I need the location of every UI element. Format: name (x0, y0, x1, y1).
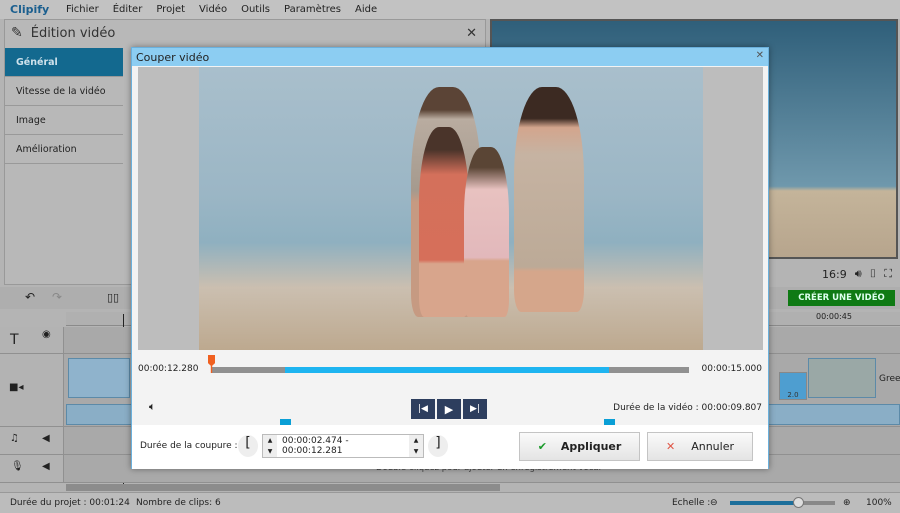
play-button[interactable]: ▶ (437, 399, 461, 419)
tab-image[interactable]: Image (5, 106, 123, 135)
spin-end-icon[interactable]: ▲ ▼ (409, 435, 423, 457)
aspect-ratio[interactable]: 16:9 (822, 268, 847, 281)
camera-icon[interactable]: ⌷ (870, 267, 877, 281)
horizontal-scrollbar[interactable] (66, 484, 500, 491)
menu-bar: Clipify Fichier Éditer Projet Vidéo Outi… (0, 0, 900, 19)
transition-thumb[interactable]: 2.0 (779, 372, 807, 400)
tab-speed[interactable]: Vitesse de la vidéo (5, 77, 123, 106)
cut-video-dialog: Couper vidéo ✕ 00:00:12.280 00:00:15.000 … (131, 47, 769, 469)
dialog-title: Couper vidéo (136, 50, 210, 64)
zoom-slider-thumb[interactable] (793, 497, 805, 508)
edit-sidebar: Général Vitesse de la vidéo Image Amélio… (5, 48, 123, 164)
menu-outils[interactable]: Outils (241, 4, 270, 15)
video-clip[interactable] (808, 358, 876, 398)
trim-track[interactable] (211, 367, 689, 373)
zoom-level: 100% (866, 498, 892, 508)
ruler-label: 00:00:45 (816, 312, 852, 321)
project-duration: Durée du projet : 00:01:24 (10, 498, 130, 508)
speaker-icon[interactable]: ◀ (42, 461, 50, 472)
eye-icon[interactable]: ◉ (42, 329, 51, 340)
set-start-button[interactable]: [ (238, 435, 258, 457)
volume-icon[interactable]: 🔈︎ (149, 400, 156, 414)
redo-icon[interactable]: ↷ (52, 290, 62, 304)
menu-aide[interactable]: Aide (355, 4, 377, 15)
zoom-in-icon[interactable]: ⊕ (843, 498, 851, 508)
video-duration: Durée de la vidéo : 00:00:09.807 (613, 403, 762, 413)
text-icon: T (10, 332, 19, 348)
dialog-title-bar: Couper vidéo ✕ (132, 48, 768, 66)
tab-enhance[interactable]: Amélioration (5, 135, 123, 164)
split-icon[interactable]: ▯▯ (107, 291, 119, 304)
zoom-slider[interactable] (730, 497, 835, 508)
cut-range-value[interactable]: 00:00:02.474 - 00:00:12.281 (277, 436, 409, 456)
edit-panel-title: Édition vidéo (30, 25, 116, 41)
create-video-button[interactable]: CRÉER UNE VIDÉO (788, 290, 895, 306)
volume-icon[interactable]: 🔊︎ (855, 267, 862, 281)
camera-track-icon: ■◂ (9, 382, 24, 393)
next-frame-button[interactable]: ▶| (463, 399, 487, 419)
video-frame (138, 67, 763, 350)
menu-fichier[interactable]: Fichier (66, 4, 99, 15)
zoom-out-icon[interactable]: ⊖ (710, 498, 718, 508)
app-logo: Clipify (10, 3, 50, 16)
tab-general[interactable]: Général (5, 48, 123, 77)
status-bar: Durée du projet : 00:01:24 Nombre de cli… (0, 492, 900, 513)
menu-video[interactable]: Vidéo (199, 4, 227, 15)
fullscreen-icon[interactable]: ⛶ (884, 267, 892, 281)
clip-count: Nombre de clips: 6 (136, 498, 221, 508)
speaker-icon[interactable]: ◀ (42, 433, 50, 444)
spin-start-icon[interactable]: ▲ ▼ (263, 435, 277, 457)
previous-frame-button[interactable]: |◀ (411, 399, 435, 419)
trim-selection (285, 367, 610, 373)
video-frame-image (199, 67, 703, 350)
music-icon: ♫ (10, 433, 19, 444)
video-clip[interactable] (68, 358, 130, 398)
close-icon[interactable]: ✕ (466, 26, 477, 41)
cancel-button[interactable]: ✕ Annuler (647, 432, 753, 461)
edit-icon: ✎ (11, 25, 23, 41)
dialog-footer: Durée de la coupure : [ ▲ ▼ 00:00:02.474 … (132, 425, 768, 469)
apply-button[interactable]: ✔ Appliquer (519, 432, 640, 461)
close-icon[interactable]: ✕ (756, 50, 764, 61)
current-time: 00:00:12.280 (138, 364, 199, 374)
undo-icon[interactable]: ↶ (25, 290, 35, 304)
clip-label: Gree (879, 374, 900, 384)
menu-projet[interactable]: Projet (156, 4, 185, 15)
edit-panel-header: ✎ Édition vidéo ✕ (5, 20, 485, 46)
cut-range-input[interactable]: ▲ ▼ 00:00:02.474 - 00:00:12.281 ▲ ▼ (262, 434, 424, 458)
cut-duration-label: Durée de la coupure : (140, 441, 238, 451)
scale-label: Echelle : (672, 498, 711, 508)
x-icon: ✕ (665, 440, 676, 453)
end-time: 00:00:15.000 (701, 364, 762, 374)
menu-editer[interactable]: Éditer (113, 4, 143, 15)
microphone-icon: 🎙︎ (11, 461, 24, 472)
menu-parametres[interactable]: Paramètres (284, 4, 341, 15)
check-icon: ✔ (537, 440, 547, 453)
set-end-button[interactable]: ] (428, 435, 448, 457)
